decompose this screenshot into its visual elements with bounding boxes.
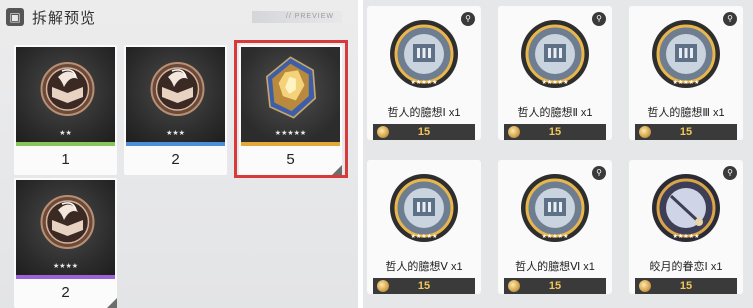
magnifier-icon[interactable]: ⚲ [723, 12, 737, 26]
material-card-4[interactable]: ★★★★ 2 [14, 178, 117, 308]
reader-badge-icon: ★★★★★ [521, 174, 589, 242]
reward-item-5[interactable]: ★★★★★ ⚲ 哲人的臆想Ⅵ x1 15 [498, 160, 612, 294]
item-name: 哲人的臆想Ⅲ x1 [647, 107, 725, 119]
coin-icon [377, 280, 389, 292]
material-count: 2 [61, 284, 70, 301]
reward-item-6[interactable]: ★★★★★ ⚲ 皎月的眷恋Ⅰ x1 15 [629, 160, 743, 294]
coin-icon [377, 126, 389, 138]
rarity-stars: ★★★ [166, 130, 185, 137]
item-stars: ★★★★★ [411, 233, 438, 240]
rarity-stars: ★★ [59, 130, 72, 137]
price-bar: 15 [504, 124, 606, 140]
corner-mark [107, 298, 117, 308]
item-price: 15 [417, 280, 431, 292]
item-stars: ★★★★★ [542, 79, 569, 86]
price-bar: 15 [373, 124, 475, 140]
item-name: 哲人的臆想Ⅱ x1 [517, 107, 593, 119]
rarity-bar [126, 142, 225, 146]
feather-book-badge-icon [40, 195, 95, 249]
item-price: 15 [417, 126, 431, 138]
item-name: 哲人的臆想Ⅴ x1 [385, 261, 463, 273]
item-name: 哲人的臆想Ⅰ x1 [387, 107, 461, 119]
price-bar: 15 [635, 278, 737, 294]
item-stars: ★★★★★ [673, 79, 700, 86]
moon-badge-icon: ★★★★★ [652, 174, 720, 242]
preview-tag: // PREVIEW [252, 11, 342, 23]
feather-book-badge-icon [150, 62, 205, 116]
price-bar: 15 [504, 278, 606, 294]
material-card-1[interactable]: ★★ 1 [14, 45, 117, 175]
reward-list-panel: ★★★★★ ⚲ 哲人的臆想Ⅰ x1 15 ★★★★★ ⚲ 哲人的臆想Ⅱ x1 1… [363, 0, 753, 308]
item-stars: ★★★★★ [542, 233, 569, 240]
material-card-2[interactable]: ★★★ 2 [124, 45, 227, 175]
reward-item-1[interactable]: ★★★★★ ⚲ 哲人的臆想Ⅰ x1 15 [367, 6, 481, 140]
magnifier-icon[interactable]: ⚲ [723, 166, 737, 180]
reader-badge-icon: ★★★★★ [521, 20, 589, 88]
selection-highlight [234, 40, 348, 178]
price-bar: 15 [373, 278, 475, 294]
rarity-bar [16, 275, 115, 279]
coin-icon [508, 126, 520, 138]
coin-icon [508, 280, 520, 292]
reader-badge-icon: ★★★★★ [390, 174, 458, 242]
item-name: 皎月的眷恋Ⅰ x1 [649, 261, 723, 273]
panel-header: ▣ 拆解预览 // PREVIEW [0, 0, 358, 34]
magnifier-icon[interactable]: ⚲ [592, 12, 606, 26]
magnifier-icon[interactable]: ⚲ [461, 12, 475, 26]
item-stars: ★★★★★ [411, 79, 438, 86]
reward-item-2[interactable]: ★★★★★ ⚲ 哲人的臆想Ⅱ x1 15 [498, 6, 612, 140]
magnifier-icon[interactable]: ⚲ [592, 166, 606, 180]
price-bar: 15 [635, 124, 737, 140]
material-art: ★★★★ [16, 180, 115, 275]
reward-item-3[interactable]: ★★★★★ ⚲ 哲人的臆想Ⅲ x1 15 [629, 6, 743, 140]
panel-title: 拆解预览 [32, 9, 97, 27]
item-price: 15 [679, 280, 693, 292]
item-price: 15 [548, 126, 562, 138]
reader-badge-icon: ★★★★★ [390, 20, 458, 88]
item-price: 15 [548, 280, 562, 292]
item-price: 15 [679, 126, 693, 138]
rarity-stars: ★★★★ [52, 263, 79, 270]
reward-item-4[interactable]: ★★★★★ 哲人的臆想Ⅴ x1 15 [367, 160, 481, 294]
item-stars: ★★★★★ [673, 233, 700, 240]
material-count: 1 [61, 151, 70, 168]
box-icon: ▣ [6, 8, 24, 26]
feather-book-badge-icon [40, 62, 95, 116]
disassemble-preview-panel: ▣ 拆解预览 // PREVIEW ★★ 1 ★★★ 2 ★★★★★ 5 ★★★… [0, 0, 358, 308]
item-name: 哲人的臆想Ⅵ x1 [515, 261, 595, 273]
material-count: 2 [171, 151, 180, 168]
coin-icon [639, 126, 651, 138]
coin-icon [639, 280, 651, 292]
rarity-bar [16, 142, 115, 146]
material-art: ★★★ [126, 47, 225, 142]
material-art: ★★ [16, 47, 115, 142]
reader-badge-icon: ★★★★★ [652, 20, 720, 88]
